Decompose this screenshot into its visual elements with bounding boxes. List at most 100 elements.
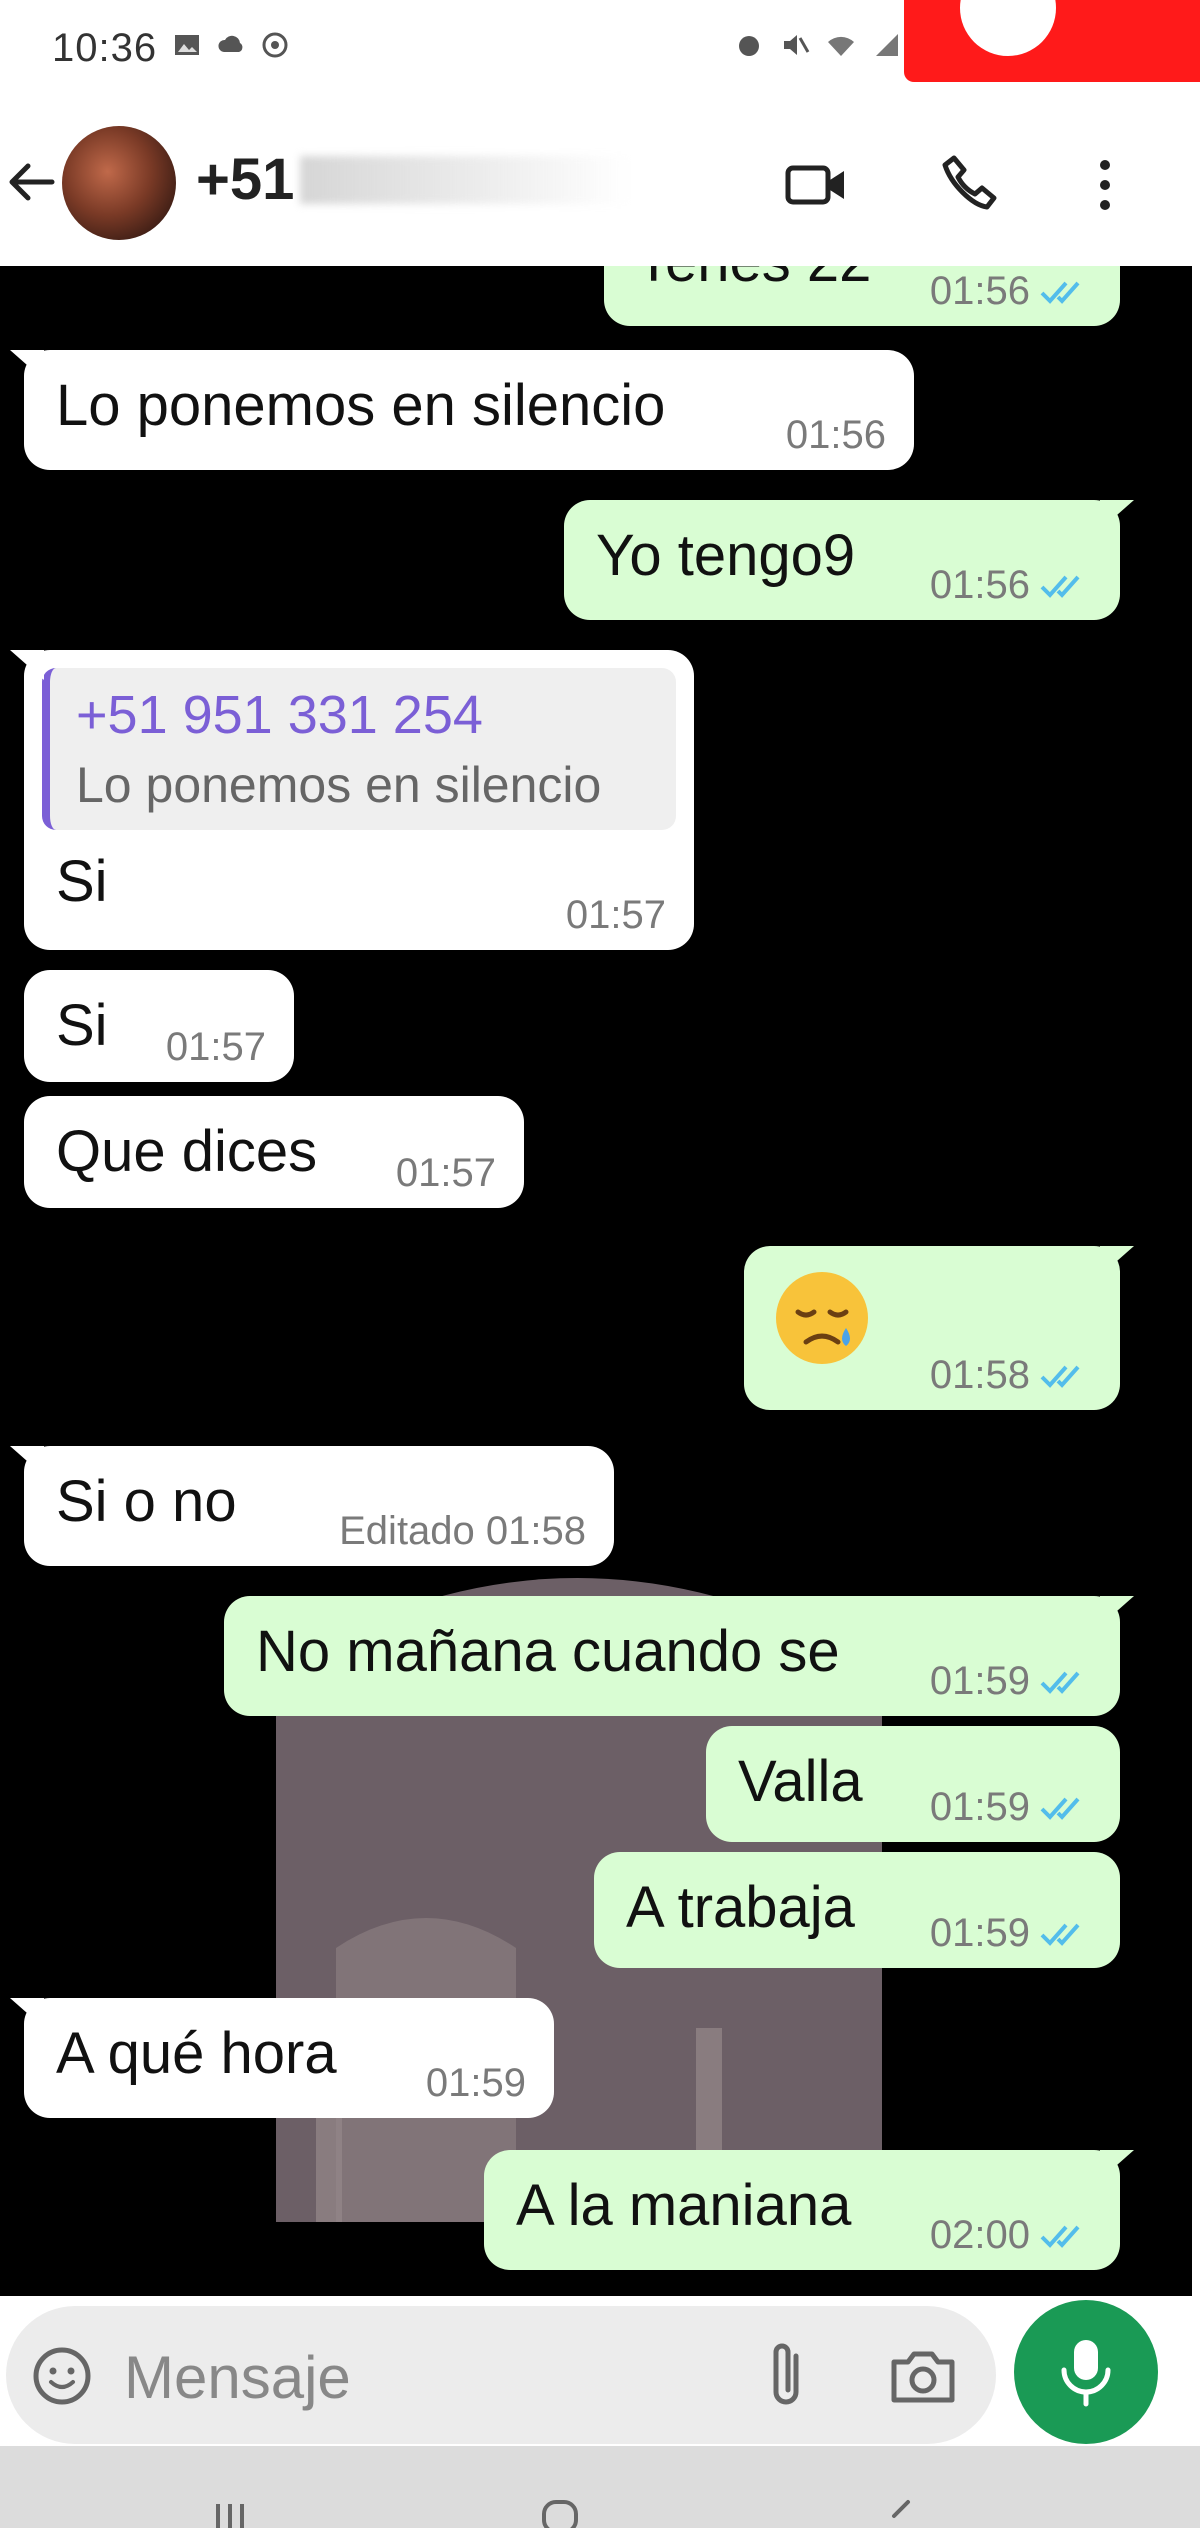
quoted-text: Lo ponemos en silencio [76, 757, 602, 813]
message-time: 01:56 [929, 269, 1030, 313]
message-outgoing[interactable]: No mañana cuando se 01:59 [224, 1596, 1134, 1716]
double-check-icon [1040, 575, 1080, 598]
bubble-tail [1100, 500, 1134, 530]
bubble-tail [1100, 1246, 1134, 1276]
cloud-icon [218, 35, 243, 52]
gallery-icon [175, 35, 199, 55]
message-composer [0, 2296, 1200, 2446]
message-meta: 01:59 [930, 1911, 1092, 1956]
system-nav-bar [0, 2446, 1200, 2528]
message-input[interactable] [124, 2342, 724, 2412]
bubble-tail [1100, 2150, 1134, 2180]
message-incoming[interactable]: Si 01:57 [24, 970, 294, 1082]
chat-header: +51 [0, 100, 1200, 266]
avatar[interactable] [62, 126, 176, 240]
message-time: 01:59 [929, 1911, 1030, 1955]
status-system-icons [734, 30, 902, 60]
bubble-tail [1100, 1596, 1134, 1626]
message-outgoing[interactable]: Valla 01:59 [706, 1726, 1120, 1842]
message-text: Si o no [56, 1469, 237, 1534]
message-incoming[interactable]: Si o no Editado 01:58 [10, 1446, 614, 1566]
status-time: 10:36 [52, 26, 158, 70]
nav-back-icon[interactable] [880, 2494, 920, 2528]
wifi-icon [828, 36, 854, 56]
message-meta: Editado 01:58 [339, 1509, 586, 1554]
bubble-tail [10, 350, 44, 380]
emoji-icon[interactable] [30, 2344, 94, 2408]
sad-but-relieved-face-icon [776, 1272, 868, 1364]
contact-name[interactable]: +51 [196, 146, 294, 213]
message-meta: 01:56 [930, 563, 1092, 608]
message-time: 01:59 [929, 1659, 1030, 1703]
message-meta: 02:00 [930, 2213, 1092, 2258]
message-incoming[interactable]: Que dices 01:57 [24, 1096, 524, 1208]
message-text: Tenes 22 [636, 266, 871, 295]
message-text: Yo tengo9 [596, 523, 856, 588]
alarm-icon [739, 36, 759, 56]
message-time: 01:59 [425, 2061, 526, 2105]
message-text: Si [56, 993, 108, 1058]
message-outgoing[interactable]: A la maniana 02:00 [484, 2150, 1134, 2270]
message-outgoing-emoji[interactable]: 😥 01:58 [744, 1246, 1134, 1410]
contact-name-redaction [300, 156, 630, 204]
status-notification-icons [172, 30, 290, 60]
message-input-container[interactable] [6, 2306, 996, 2444]
bubble-tail [10, 1998, 44, 2028]
message-time: 01:56 [929, 563, 1030, 607]
message-meta: 01:59 [930, 1659, 1092, 1704]
message-meta: 01:57 [396, 1151, 496, 1196]
double-check-icon [1040, 281, 1080, 304]
message-incoming-reply[interactable]: +51 951 331 254 Lo ponemos en silencio S… [10, 650, 694, 950]
quoted-message[interactable]: +51 951 331 254 Lo ponemos en silencio [42, 668, 676, 830]
message-text: A trabaja [626, 1875, 855, 1940]
quoted-author: +51 951 331 254 [76, 685, 483, 745]
message-time: 01:57 [395, 1151, 496, 1195]
message-incoming[interactable]: Lo ponemos en silencio 01:56 [10, 350, 914, 470]
bubble-tail [10, 650, 44, 680]
message-text: Que dices [56, 1119, 318, 1184]
status-bar: 10:36 [0, 0, 1200, 100]
message-meta: 01:56 [930, 269, 1092, 314]
message-text: A qué hora [56, 2021, 337, 2086]
message-meta: 01:57 [166, 1025, 266, 1070]
message-time: 02:00 [929, 2213, 1030, 2257]
double-check-icon [1040, 1365, 1080, 1388]
message-incoming[interactable]: A qué hora 01:59 [10, 1998, 554, 2118]
camera-icon[interactable] [886, 2342, 960, 2412]
double-check-icon [1040, 1797, 1080, 1820]
mic-button[interactable] [1014, 2300, 1158, 2444]
message-text: Lo ponemos en silencio [56, 373, 666, 438]
chat-messages[interactable]: Tenes 22 01:56 Lo ponemos en silencio 01… [0, 266, 1200, 2296]
mute-icon [784, 35, 810, 55]
message-time: 01:59 [929, 1785, 1030, 1829]
message-outgoing[interactable]: A trabaja 01:59 [594, 1852, 1120, 1968]
video-call-icon[interactable] [782, 150, 852, 220]
message-text: Valla [738, 1749, 863, 1814]
message-meta: 01:59 [930, 1785, 1092, 1830]
location-icon [262, 32, 288, 58]
message-time: 01:58 [929, 1353, 1030, 1397]
more-vert-icon[interactable] [1070, 150, 1140, 220]
back-arrow-icon[interactable] [2, 152, 62, 212]
phone-icon[interactable] [936, 150, 1006, 220]
message-text: A la maniana [516, 2173, 852, 2238]
message-outgoing[interactable]: Tenes 22 01:56 [604, 266, 1120, 326]
home-icon[interactable] [540, 2494, 580, 2528]
message-meta: 01:56 [786, 413, 886, 458]
screen-edge [1192, 82, 1200, 2446]
double-check-icon [1040, 1923, 1080, 1946]
message-time: Editado 01:58 [339, 1509, 586, 1553]
bubble-tail [10, 1446, 44, 1476]
message-outgoing[interactable]: Yo tengo9 01:56 [564, 500, 1134, 620]
message-meta: 01:59 [426, 2061, 526, 2106]
signal-icon [876, 34, 898, 56]
message-text: Si [56, 849, 108, 914]
mic-icon [1061, 2340, 1111, 2407]
message-time: 01:57 [165, 1025, 266, 1069]
paperclip-icon[interactable] [752, 2338, 822, 2414]
message-time: 01:56 [785, 413, 886, 457]
message-time: 01:57 [565, 893, 666, 937]
message-meta: 01:57 [566, 893, 666, 938]
double-check-icon [1040, 2225, 1080, 2248]
recent-apps-icon[interactable] [210, 2494, 250, 2528]
